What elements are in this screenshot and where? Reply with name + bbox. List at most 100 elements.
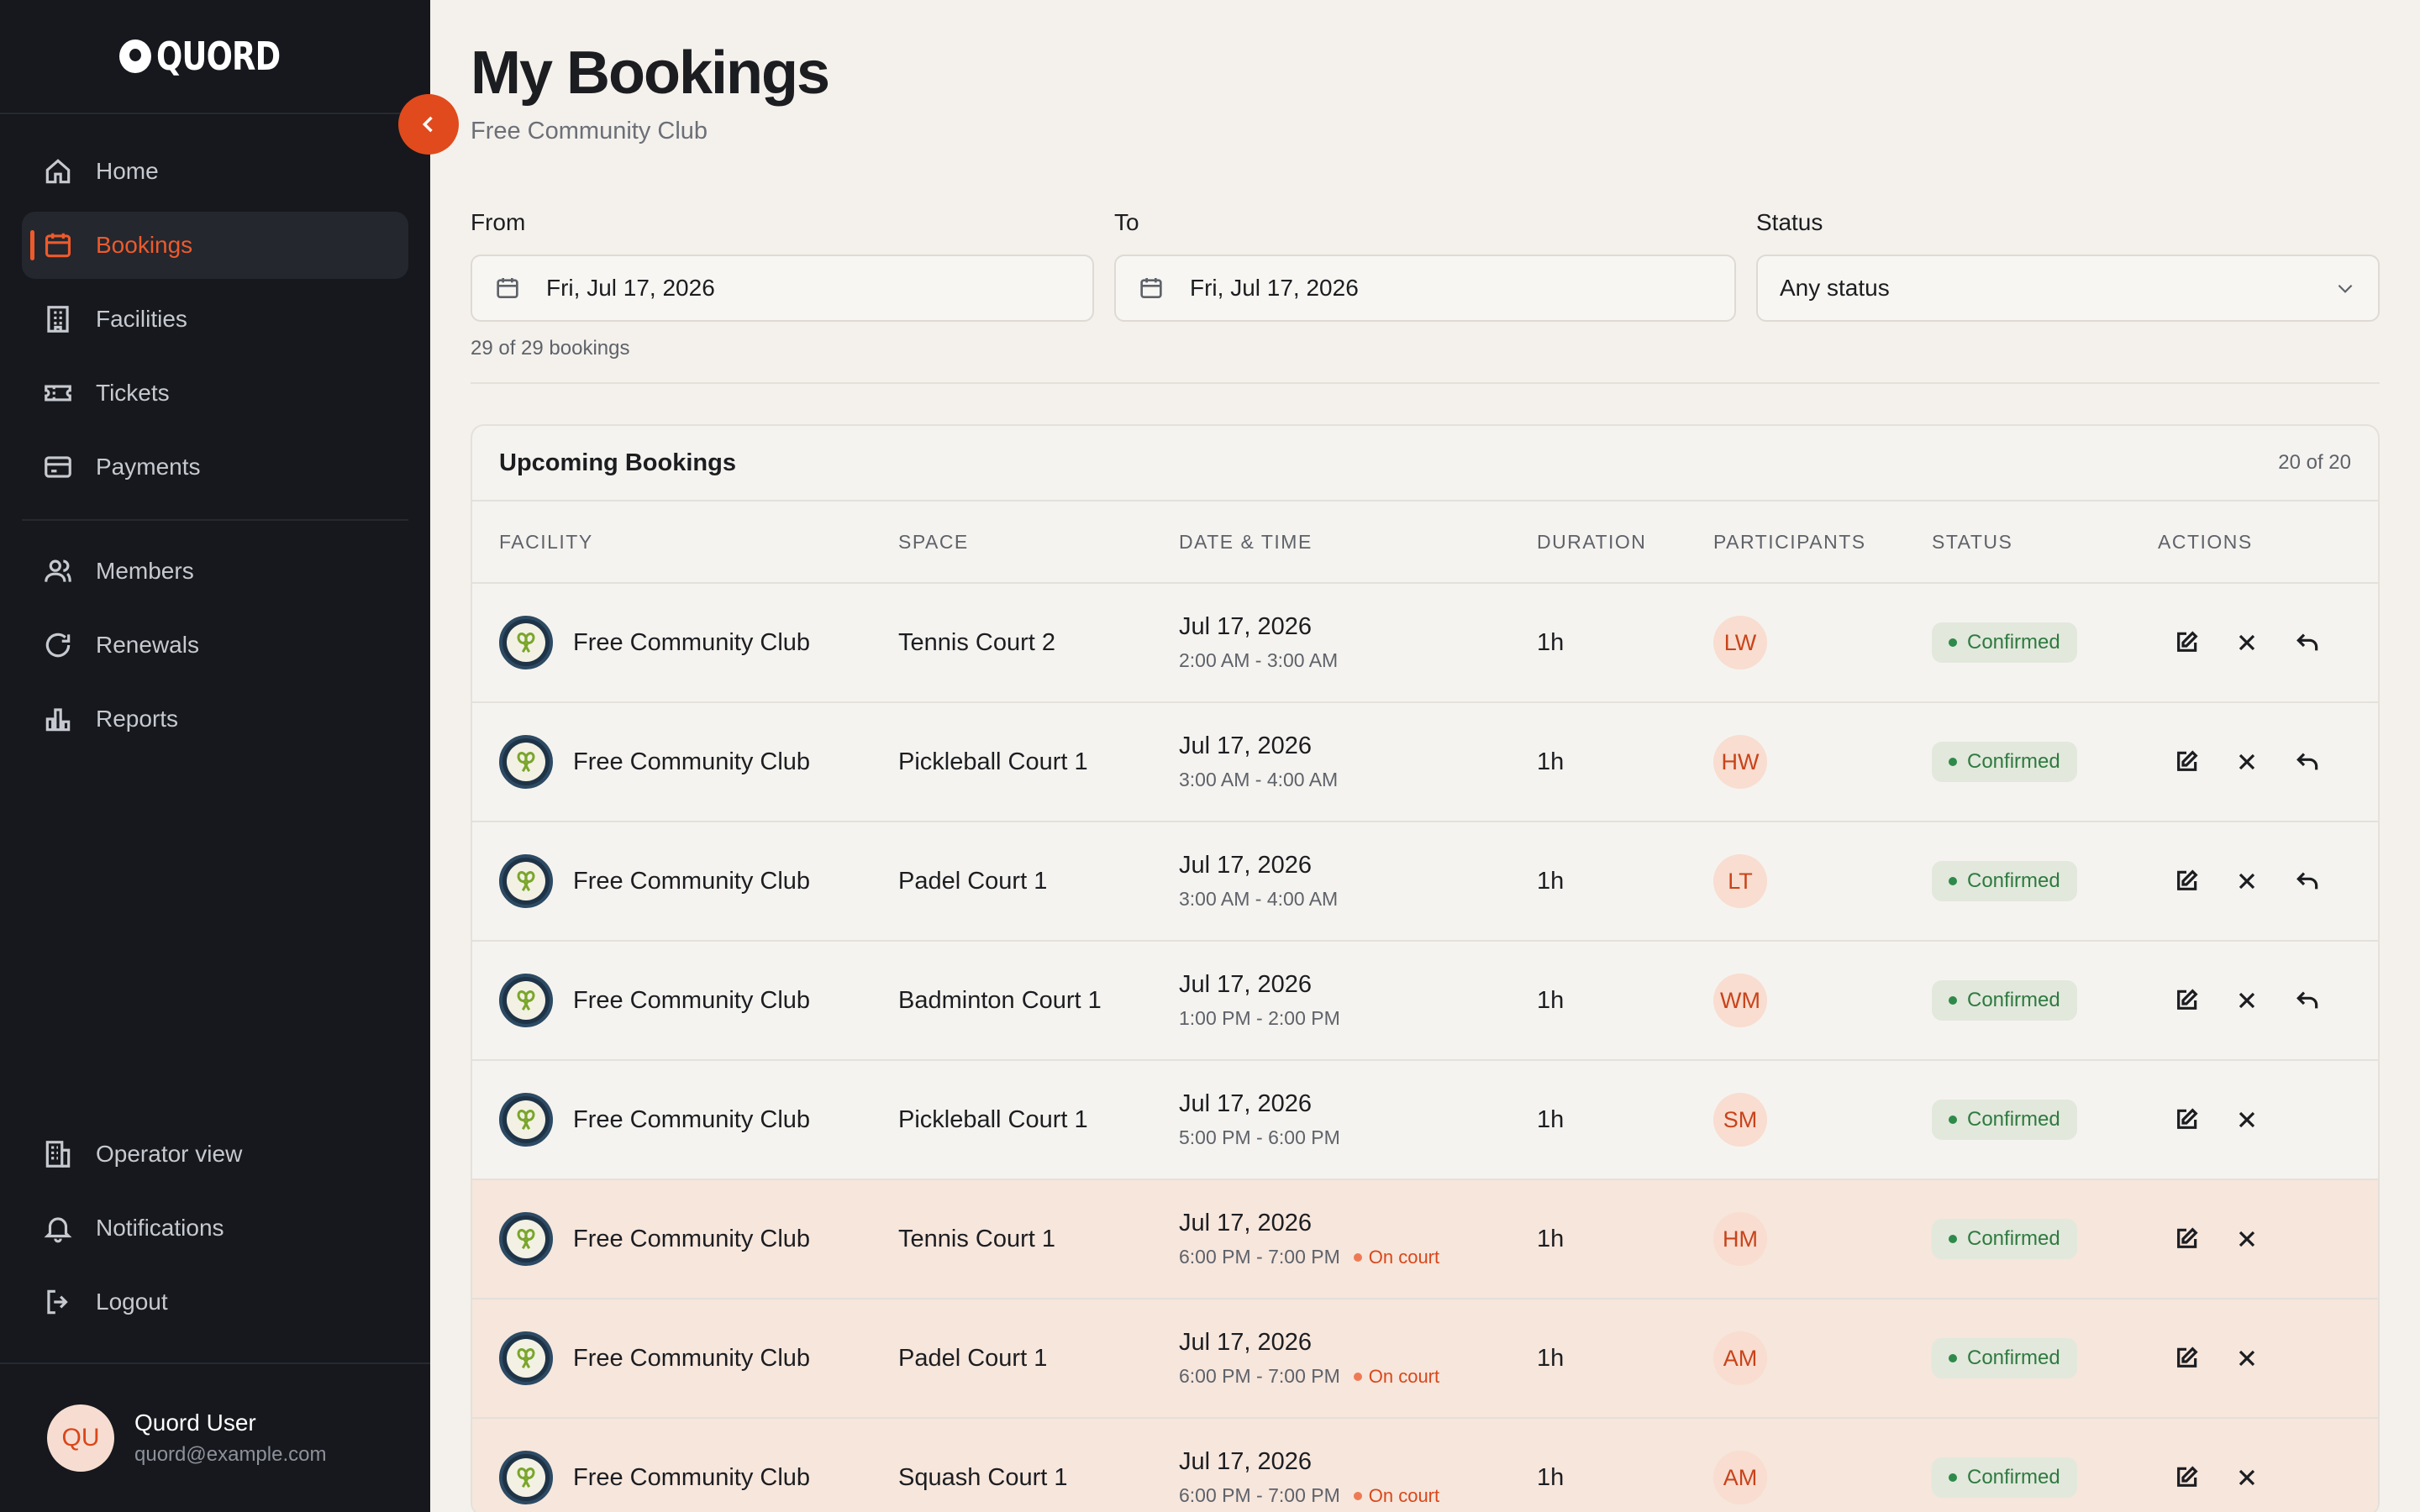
date-time-cell: Jul 17, 2026 5:00 PM - 6:00 PM xyxy=(1179,1090,1537,1149)
facility-name: Free Community Club xyxy=(573,1105,811,1133)
sidebar-item-facilities[interactable]: Facilities xyxy=(22,286,408,353)
logout-icon xyxy=(47,1289,68,1315)
participant-avatar[interactable]: AM xyxy=(1713,1451,1767,1504)
sidebar-item-operator-view[interactable]: Operator view xyxy=(22,1121,408,1188)
table-row[interactable]: Free Community Club Squash Court 1 Jul 17,… xyxy=(472,1419,2378,1512)
sidebar-item-reports[interactable]: Reports xyxy=(22,685,408,753)
status-filter: Status Any status xyxy=(1756,209,2380,322)
cancel-icon[interactable] xyxy=(2233,629,2260,656)
undo-icon[interactable] xyxy=(2294,868,2321,895)
cancel-icon[interactable] xyxy=(2233,1226,2260,1252)
sidebar-item-notifications[interactable]: Notifications xyxy=(22,1194,408,1262)
participant-avatar[interactable]: LT xyxy=(1713,854,1767,908)
building-icon xyxy=(47,306,69,333)
booking-time: 6:00 PM - 7:00 PM xyxy=(1179,1246,1340,1268)
facility-name: Free Community Club xyxy=(573,748,811,775)
club-logo-icon xyxy=(499,616,553,669)
row-actions xyxy=(2158,629,2326,656)
logo-text: QUORD xyxy=(155,34,281,79)
edit-icon[interactable] xyxy=(2173,868,2200,895)
table-row[interactable]: Free Community Club Pickleball Court 1 Jul… xyxy=(472,703,2378,822)
booking-time: 1:00 PM - 2:00 PM xyxy=(1179,1007,1340,1029)
table-row[interactable]: Free Community Club Padel Court 1 Jul 17, … xyxy=(472,822,2378,942)
cancel-icon[interactable] xyxy=(2233,987,2260,1014)
nav-secondary-group: Members Renewals Reports xyxy=(22,538,408,753)
edit-icon[interactable] xyxy=(2173,1345,2200,1372)
club-logo-icon xyxy=(499,1451,553,1504)
facility-cell: Free Community Club xyxy=(499,1451,898,1504)
edit-icon[interactable] xyxy=(2173,987,2200,1014)
result-count: 29 of 29 bookings xyxy=(471,337,2380,384)
club-logo-icon xyxy=(499,1331,553,1385)
users-icon xyxy=(45,559,71,582)
cancel-icon[interactable] xyxy=(2233,1106,2260,1133)
participant-avatar[interactable]: SM xyxy=(1713,1093,1767,1147)
space-name: Tennis Court 1 xyxy=(898,1225,1055,1252)
bell-icon xyxy=(44,1217,72,1243)
nav-main-group: Home Bookings Facilities Tickets Payments xyxy=(22,114,408,501)
participant-avatar[interactable]: HM xyxy=(1713,1212,1767,1266)
edit-icon[interactable] xyxy=(2173,1106,2200,1133)
to-date-input[interactable]: Fri, Jul 17, 2026 xyxy=(1114,255,1736,322)
sidebar-item-home[interactable]: Home xyxy=(22,138,408,205)
status-badge: Confirmed xyxy=(1932,1457,2077,1498)
participant-avatar[interactable]: AM xyxy=(1713,1331,1767,1385)
date-time-cell: Jul 17, 2026 3:00 AM - 4:00 AM xyxy=(1179,732,1537,791)
edit-icon[interactable] xyxy=(2173,1226,2200,1252)
table-row[interactable]: Free Community Club Tennis Court 2 Jul 17,… xyxy=(472,584,2378,703)
edit-icon[interactable] xyxy=(2173,629,2200,656)
sidebar-item-tickets[interactable]: Tickets xyxy=(22,360,408,427)
sidebar-item-payments[interactable]: Payments xyxy=(22,433,408,501)
sidebar-item-logout[interactable]: Logout xyxy=(22,1268,408,1336)
facility-name: Free Community Club xyxy=(573,628,811,656)
table-row[interactable]: Free Community Club Pickleball Court 1 Jul… xyxy=(472,1061,2378,1180)
date-time-cell: Jul 17, 2026 2:00 AM - 3:00 AM xyxy=(1179,613,1537,672)
from-date-input[interactable]: Fri, Jul 17, 2026 xyxy=(471,255,1094,322)
user-profile[interactable]: QU Quord User quord@example.com xyxy=(0,1362,430,1512)
participant-avatar[interactable]: LW xyxy=(1713,616,1767,669)
row-actions xyxy=(2158,1464,2326,1491)
club-logo-icon xyxy=(499,1212,553,1266)
panel-title: Upcoming Bookings xyxy=(499,449,736,476)
on-court-badge: On court xyxy=(1354,1366,1439,1388)
cancel-icon[interactable] xyxy=(2233,748,2260,775)
home-icon xyxy=(45,159,71,184)
undo-icon[interactable] xyxy=(2294,629,2321,656)
space-name: Pickleball Court 1 xyxy=(898,748,1088,775)
from-filter: From Fri, Jul 17, 2026 xyxy=(471,209,1094,322)
status-select[interactable]: Any status xyxy=(1756,255,2380,322)
duration: 1h xyxy=(1537,1344,1565,1372)
column-header-facility: FACILITY xyxy=(499,530,593,553)
edit-icon[interactable] xyxy=(2173,1464,2200,1491)
participant-avatar[interactable]: HW xyxy=(1713,735,1767,789)
column-header-space: SPACE xyxy=(898,530,969,553)
credit-card-icon xyxy=(45,456,71,478)
sidebar-item-bookings[interactable]: Bookings xyxy=(22,212,408,279)
undo-icon[interactable] xyxy=(2294,748,2321,775)
date-time-cell: Jul 17, 2026 6:00 PM - 7:00 PM On court xyxy=(1179,1329,1537,1388)
booking-date: Jul 17, 2026 xyxy=(1179,852,1313,879)
bookings-panel: Upcoming Bookings 20 of 20 FACILITY SPAC… xyxy=(471,424,2380,1512)
duration: 1h xyxy=(1537,628,1565,656)
sidebar-item-members[interactable]: Members xyxy=(22,538,408,605)
edit-icon[interactable] xyxy=(2173,748,2200,775)
table-row[interactable]: Free Community Club Padel Court 1 Jul 17, … xyxy=(472,1299,2378,1419)
sidebar-item-label: Operator view xyxy=(96,1141,243,1167)
bar-chart-icon xyxy=(45,708,71,732)
facility-cell: Free Community Club xyxy=(499,1212,898,1266)
sidebar-item-renewals[interactable]: Renewals xyxy=(22,612,408,679)
date-time-cell: Jul 17, 2026 6:00 PM - 7:00 PM On court xyxy=(1179,1210,1537,1268)
collapse-sidebar-button[interactable] xyxy=(398,94,459,155)
table-row[interactable]: Free Community Club Tennis Court 1 Jul 17,… xyxy=(472,1180,2378,1299)
undo-icon[interactable] xyxy=(2294,987,2321,1014)
booking-date: Jul 17, 2026 xyxy=(1179,971,1313,998)
logo[interactable]: QUORD xyxy=(0,0,430,114)
participant-avatar[interactable]: WM xyxy=(1713,974,1767,1027)
cancel-icon[interactable] xyxy=(2233,1345,2260,1372)
cancel-icon[interactable] xyxy=(2233,1464,2260,1491)
table-row[interactable]: Free Community Club Badminton Court 1 Jul … xyxy=(472,942,2378,1061)
facility-cell: Free Community Club xyxy=(499,854,898,908)
cancel-icon[interactable] xyxy=(2233,868,2260,895)
booking-time: 3:00 AM - 4:00 AM xyxy=(1179,769,1339,790)
calendar-icon xyxy=(45,233,71,258)
